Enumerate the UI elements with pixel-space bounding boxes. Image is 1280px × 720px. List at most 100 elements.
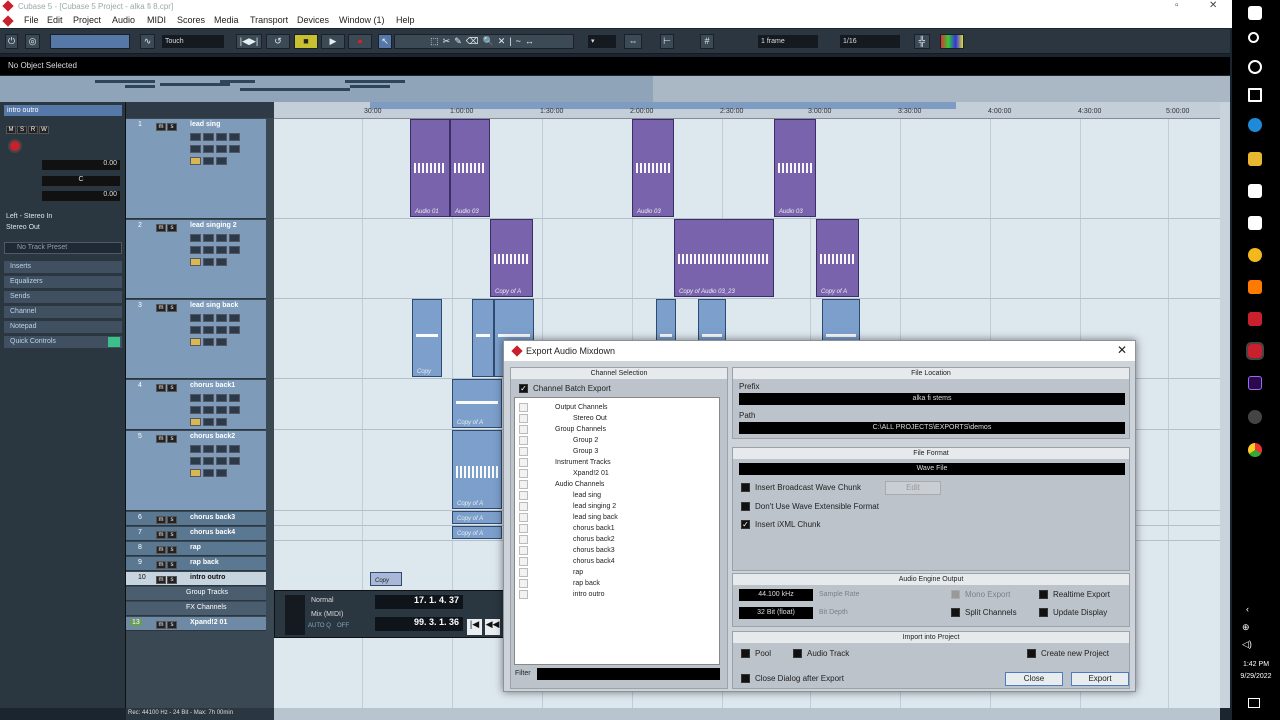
auto-quantize-state[interactable]: OFF xyxy=(337,623,349,629)
stop-button[interactable]: ■ xyxy=(294,34,318,49)
audio-event[interactable]: Copy of A xyxy=(452,526,502,539)
audio-event[interactable]: Audio 03 xyxy=(450,119,490,217)
rewind-button[interactable]: ◀◀ xyxy=(485,619,500,635)
cubase-active-icon[interactable] xyxy=(1246,342,1264,360)
inspector-channel[interactable]: Channel xyxy=(4,306,122,318)
format-select[interactable]: Wave File xyxy=(739,463,1125,475)
task-view-icon[interactable] xyxy=(1248,88,1262,102)
track-preset-select[interactable]: No Track Preset xyxy=(4,242,122,254)
app-icon[interactable] xyxy=(1248,280,1262,294)
quantize-select[interactable]: 1/16 xyxy=(840,35,900,48)
automation-mode-select[interactable]: Touch xyxy=(162,35,224,48)
audio-event[interactable]: Audio 01 xyxy=(410,119,450,217)
color-palette-icon[interactable] xyxy=(940,34,964,49)
cycle-button[interactable]: ↺ xyxy=(266,34,290,49)
constrain-delay-button[interactable]: ◎ xyxy=(25,34,40,49)
chevron-up-icon[interactable]: ‹ xyxy=(1246,604,1249,614)
audio-track-checkbox[interactable] xyxy=(793,649,802,658)
ixml-checkbox[interactable]: ✓ xyxy=(741,520,750,529)
track-name[interactable]: lead sing xyxy=(190,121,220,128)
track-name[interactable]: chorus back1 xyxy=(190,382,235,389)
cycle-record-mode[interactable]: Mix (MIDI) xyxy=(311,611,343,618)
dont-use-wave-ext-checkbox[interactable] xyxy=(741,502,750,511)
track-chorus-back2[interactable]: 5 ms chorus back2 xyxy=(126,431,266,511)
audio-event[interactable]: Copy xyxy=(370,572,402,586)
mono-export-checkbox[interactable] xyxy=(951,590,960,599)
view-toggles[interactable] xyxy=(50,34,130,49)
menu-window[interactable]: Window (1) xyxy=(339,15,385,25)
track-name[interactable]: lead singing 2 xyxy=(190,222,237,229)
export-button[interactable]: Export xyxy=(1071,672,1129,686)
inspector-inserts[interactable]: Inserts xyxy=(4,261,122,273)
tree-intro-outro[interactable]: intro outro xyxy=(573,591,605,598)
tree-output-channels[interactable]: Output Channels xyxy=(555,404,608,411)
app-menu-icon[interactable] xyxy=(2,15,14,27)
tree-rap-back[interactable]: rap back xyxy=(573,580,600,587)
search-icon[interactable] xyxy=(1248,32,1259,43)
track-name[interactable]: rap xyxy=(190,544,201,551)
menu-file[interactable]: File xyxy=(24,15,39,25)
track-chorus-back1[interactable]: 4 ms chorus back1 xyxy=(126,380,266,430)
menu-scores[interactable]: Scores xyxy=(177,15,205,25)
track-name[interactable]: chorus back3 xyxy=(190,514,235,521)
solo-button[interactable]: S xyxy=(17,126,27,134)
output-routing[interactable]: Stereo Out xyxy=(6,224,40,231)
edge-icon[interactable] xyxy=(1248,118,1262,132)
audio-event[interactable]: Copy xyxy=(412,299,442,377)
delay-value[interactable]: 0.00 xyxy=(42,191,120,201)
create-new-project-checkbox[interactable] xyxy=(1027,649,1036,658)
track-name[interactable]: chorus back4 xyxy=(190,529,235,536)
obs-icon[interactable] xyxy=(1248,410,1262,424)
inspector-quick-controls[interactable]: Quick Controls xyxy=(4,336,122,348)
track-lead-sing-back[interactable]: 3 ms lead sing back xyxy=(126,300,266,379)
path-input[interactable]: C:\ALL PROJECTS\EXPORTS\demos xyxy=(739,422,1125,434)
pan-value[interactable]: C xyxy=(42,176,120,186)
auto-quantize-label[interactable]: AUTO Q xyxy=(308,623,331,629)
network-icon[interactable]: ⊕ xyxy=(1242,622,1250,633)
grid-icon[interactable]: # xyxy=(700,34,714,49)
audio-event[interactable]: Copy of A xyxy=(452,430,502,509)
menu-edit[interactable]: Edit xyxy=(47,15,63,25)
batch-export-checkbox[interactable]: ✓ xyxy=(519,384,528,393)
color-select[interactable]: ▾ xyxy=(588,35,616,48)
tree-xpand[interactable]: Xpand!2 01 xyxy=(573,470,609,477)
notifications-icon[interactable] xyxy=(1248,698,1260,708)
menu-project[interactable]: Project xyxy=(73,15,101,25)
tree-group-3[interactable]: Group 3 xyxy=(573,448,598,455)
track-name[interactable]: Xpand!2 01 xyxy=(190,619,227,626)
audio-event[interactable]: Copy of A xyxy=(490,219,533,297)
realtime-export-checkbox[interactable] xyxy=(1039,590,1048,599)
store-icon[interactable] xyxy=(1248,184,1262,198)
tree-lead-sing-back[interactable]: lead sing back xyxy=(573,514,618,521)
clock-date[interactable]: 9/29/2022 xyxy=(1232,673,1280,680)
track-chorus-back4[interactable]: 7 ms chorus back4 xyxy=(126,527,266,541)
close-after-export-checkbox[interactable] xyxy=(741,674,750,683)
input-routing[interactable]: Left - Stereo In xyxy=(6,213,52,220)
update-display-checkbox[interactable] xyxy=(1039,608,1048,617)
track-instrument[interactable]: 13 ms Xpand!2 01 xyxy=(126,617,266,631)
volume-icon[interactable]: ◁) xyxy=(1242,639,1252,650)
right-locator[interactable]: 99. 3. 1. 36 xyxy=(375,617,463,631)
tree-lead-singing-2[interactable]: lead singing 2 xyxy=(573,503,616,510)
prefix-input[interactable]: alka fi stems xyxy=(739,393,1125,405)
track-name[interactable]: rap back xyxy=(190,559,219,566)
cubase-taskbar-icon[interactable] xyxy=(1248,312,1262,326)
snap-icon[interactable]: ⊢ xyxy=(660,34,674,49)
mail-icon[interactable] xyxy=(1248,216,1262,230)
track-intro-outro[interactable]: 10 ms intro outro xyxy=(126,572,266,586)
bit-depth-select[interactable]: 32 Bit (float) xyxy=(739,607,813,619)
track-name[interactable]: chorus back2 xyxy=(190,433,235,440)
vertical-scrollbar[interactable] xyxy=(1220,102,1230,708)
sample-rate-select[interactable]: 44.100 kHz xyxy=(739,589,813,601)
tree-instrument-tracks[interactable]: Instrument Tracks xyxy=(555,459,611,466)
pool-checkbox[interactable] xyxy=(741,649,750,658)
track-lead-sing[interactable]: 1 ms lead sing xyxy=(126,119,266,219)
filter-input[interactable] xyxy=(537,668,720,680)
premiere-icon[interactable] xyxy=(1248,376,1262,390)
track-lead-singing-2[interactable]: 2 ms lead singing 2 xyxy=(126,220,266,299)
activate-project-button[interactable]: ⏻ xyxy=(5,34,18,49)
menu-devices[interactable]: Devices xyxy=(297,15,329,25)
track-name[interactable]: lead sing back xyxy=(190,302,238,309)
record-enable-button[interactable] xyxy=(8,139,22,153)
object-select-tool-icon[interactable]: ↖ xyxy=(378,34,392,49)
